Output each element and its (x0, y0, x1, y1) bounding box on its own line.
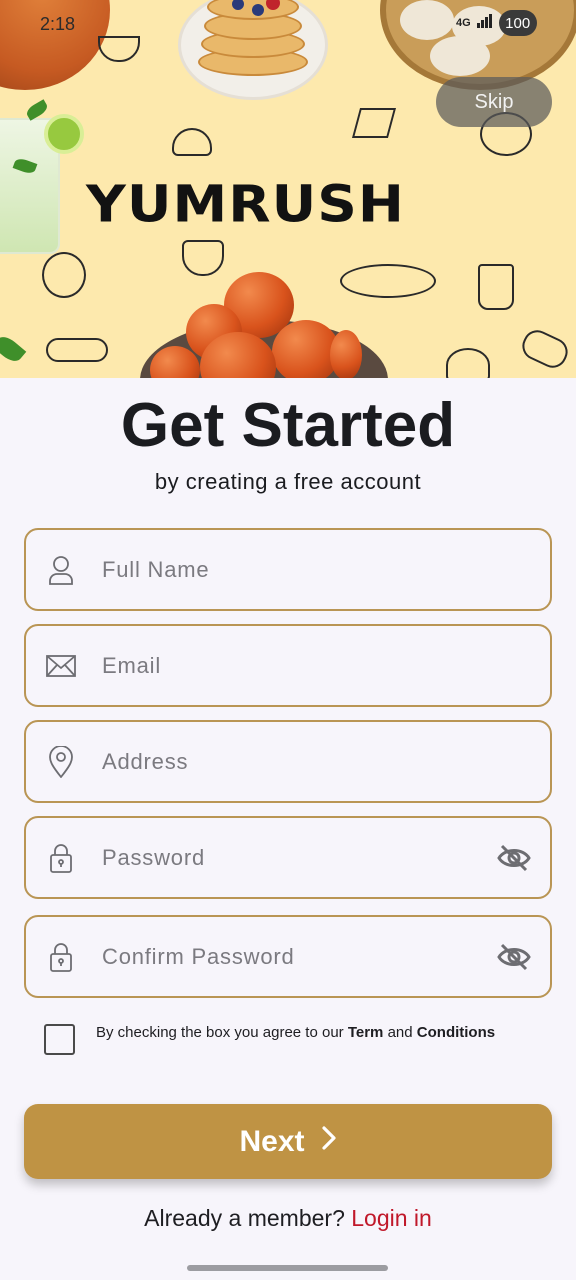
burrito-doodle-icon (46, 338, 108, 362)
teacup-doodle-icon (98, 36, 140, 62)
signal-icon (476, 13, 493, 33)
email-input[interactable] (102, 644, 482, 688)
login-link[interactable]: Login in (351, 1205, 432, 1231)
confirm-password-field[interactable] (24, 915, 552, 998)
dumpling-image (400, 0, 454, 40)
dumpling-image (430, 36, 490, 76)
password-input[interactable] (102, 836, 482, 880)
eye-off-icon[interactable] (496, 842, 532, 874)
terms-agreement-conjunction: and (383, 1024, 417, 1041)
skip-button[interactable]: Skip (436, 77, 552, 127)
conditions-link[interactable]: Conditions (417, 1024, 495, 1041)
next-button[interactable]: Next (24, 1104, 552, 1179)
battery-indicator: 100 (498, 10, 537, 36)
home-indicator[interactable] (187, 1265, 388, 1271)
chevron-right-icon (321, 1125, 337, 1159)
terms-checkbox[interactable] (44, 1024, 75, 1055)
hotdog-doodle-icon (517, 325, 573, 373)
page-subtitle: by creating a free account (154, 469, 422, 494)
location-pin-icon (46, 746, 76, 778)
terms-agreement-prefix: By checking the box you agree to our (96, 1024, 348, 1041)
pizza-doodle-icon (340, 264, 436, 298)
sushi-doodle-icon (42, 252, 86, 298)
sandwich-doodle-icon (351, 108, 397, 138)
blueberry-image (252, 4, 264, 16)
term-link[interactable]: Term (348, 1024, 384, 1041)
brand-logo: YUMRUSH (86, 174, 405, 234)
network-label: 4G (456, 17, 471, 29)
bubble-tea-doodle-icon (478, 264, 514, 310)
leaf-image (0, 332, 27, 366)
full-name-input[interactable] (102, 548, 482, 592)
address-input[interactable] (102, 740, 482, 784)
dumpling-doodle-icon (172, 128, 212, 156)
address-field[interactable] (24, 720, 552, 803)
email-field[interactable] (24, 624, 552, 707)
user-icon (46, 554, 76, 586)
eye-off-icon[interactable] (496, 941, 532, 973)
status-time: 2:18 (40, 14, 76, 34)
sundae-doodle-icon (182, 240, 224, 276)
lock-icon (46, 842, 76, 874)
header-banner: YUMRUSH 2:18 4G 100 Skip (0, 0, 576, 378)
password-field[interactable] (24, 816, 552, 899)
login-prompt-text: Already a member? (144, 1205, 345, 1231)
next-button-label: Next (239, 1124, 305, 1158)
terms-agreement-text: By checking the box you agree to our Ter… (96, 1024, 495, 1041)
lock-icon (46, 941, 76, 973)
page-title: Get Started (120, 391, 456, 460)
login-prompt-row: Already a member? Login in (0, 1205, 576, 1232)
bun-doodle-icon (446, 348, 490, 378)
lime-slice-image (44, 114, 84, 154)
terms-agreement-row: By checking the box you agree to our Ter… (44, 1024, 544, 1056)
gulab-jamun-image (330, 330, 362, 378)
mail-icon (46, 650, 76, 682)
confirm-password-input[interactable] (102, 935, 482, 979)
status-icons: 4G 100 (456, 10, 537, 36)
full-name-field[interactable] (24, 528, 552, 611)
